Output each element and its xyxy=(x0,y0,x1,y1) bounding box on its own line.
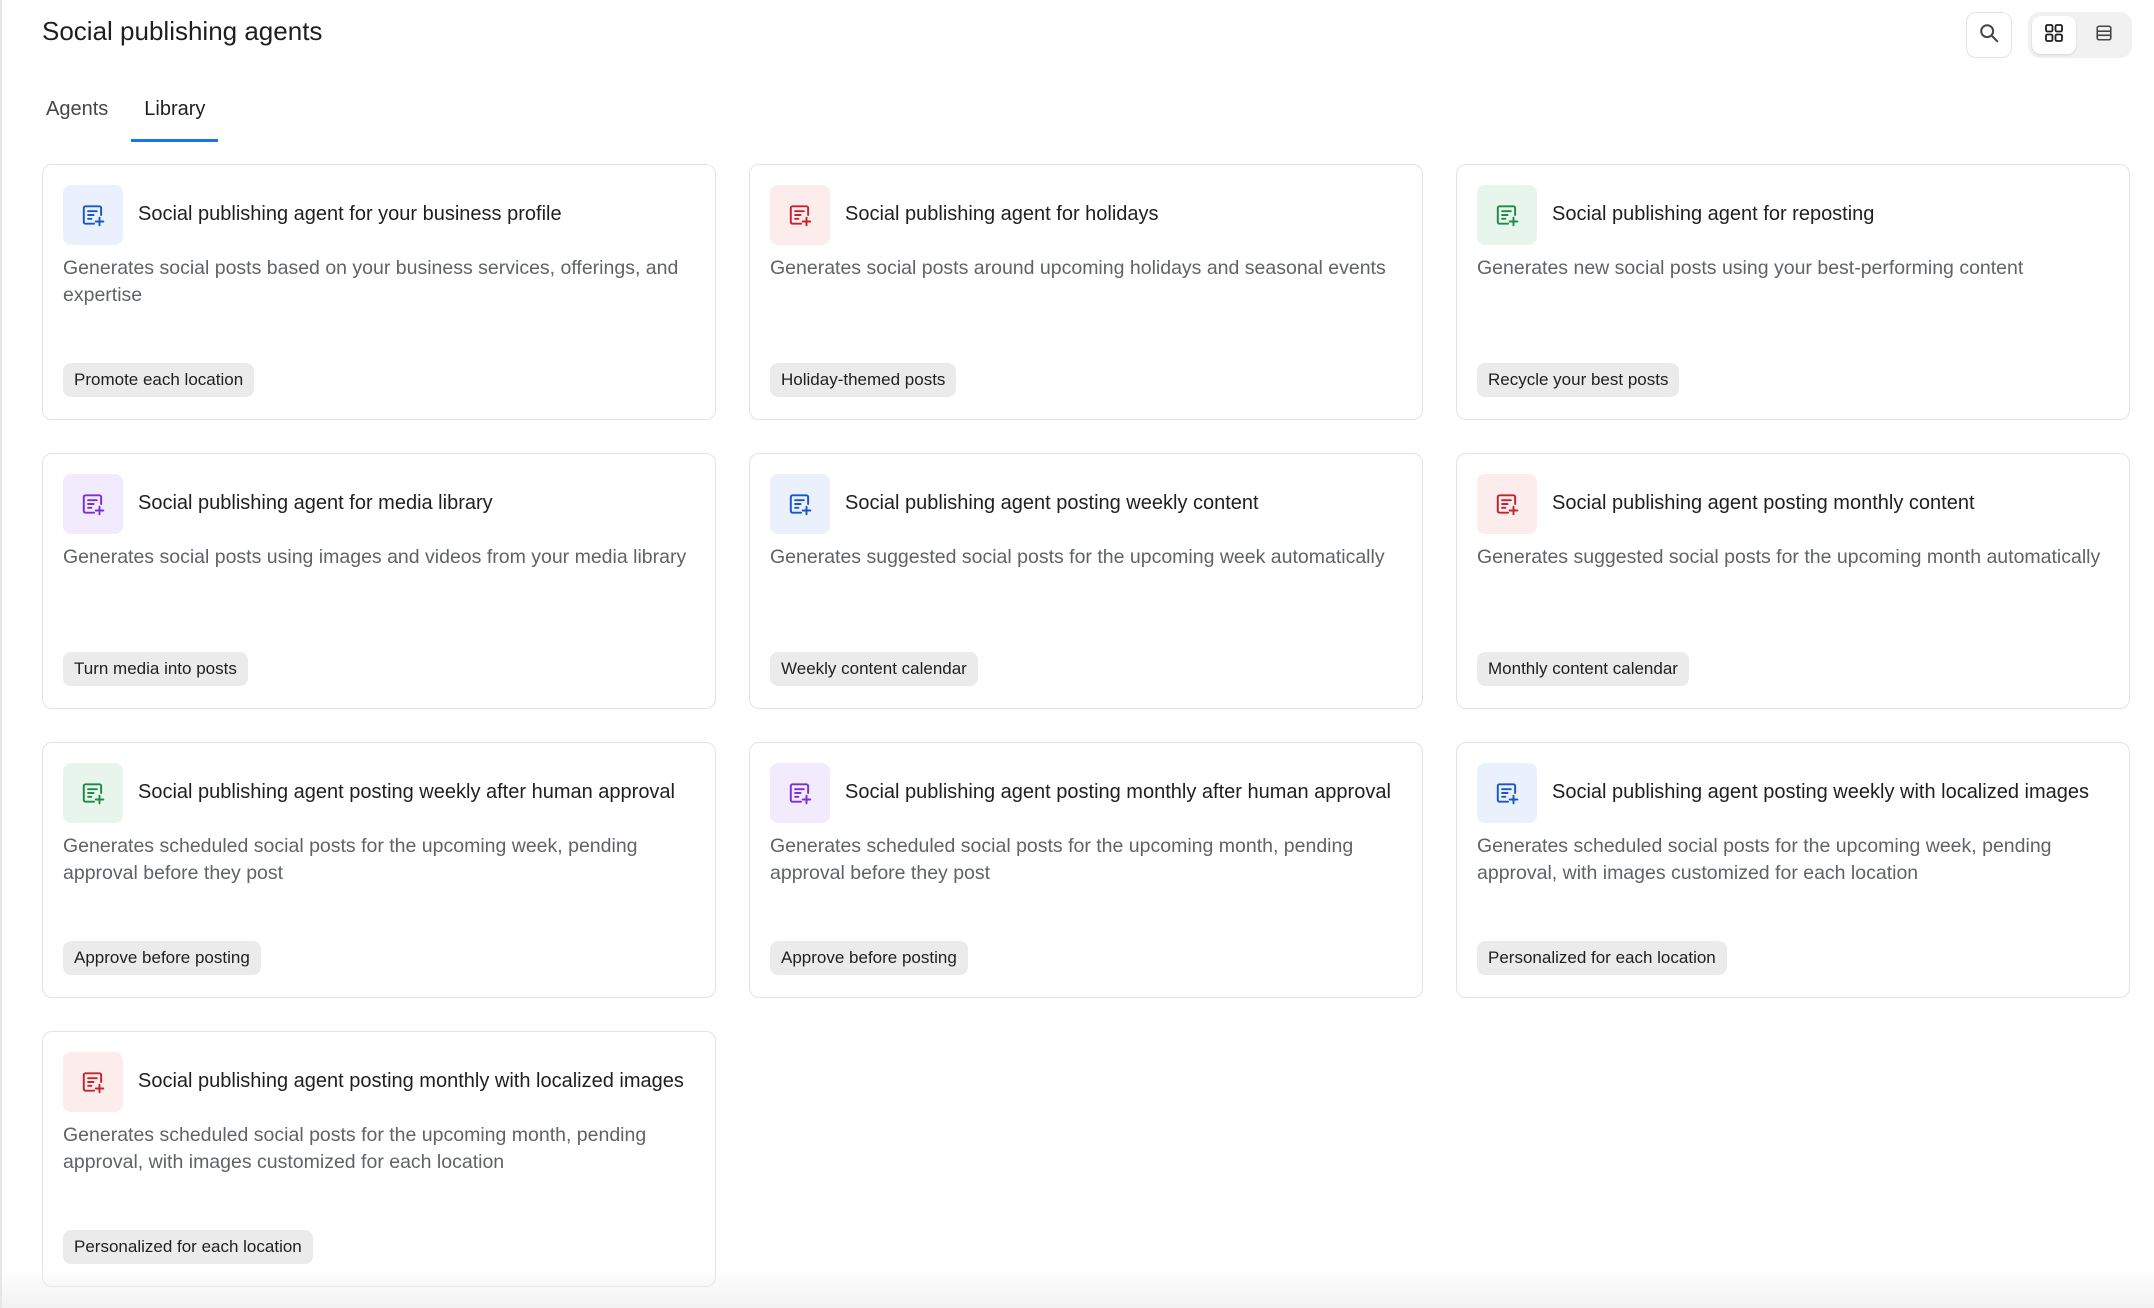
post-sparkle-icon xyxy=(770,474,830,534)
card-title: Social publishing agent posting monthly … xyxy=(138,1070,684,1092)
search-icon xyxy=(1978,22,2000,49)
card-title: Social publishing agent posting weekly c… xyxy=(845,492,1259,514)
page-title: Social publishing agents xyxy=(42,16,323,46)
card-description: Generates scheduled social posts for the… xyxy=(63,835,638,884)
card-description: Generates social posts based on your bus… xyxy=(63,257,679,306)
card-title: Social publishing agent posting monthly … xyxy=(845,781,1391,803)
header: Social publishing agents xyxy=(42,12,2132,62)
agent-card[interactable]: Social publishing agent posting weekly w… xyxy=(1456,742,2130,998)
card-tag: Recycle your best posts xyxy=(1477,363,1680,397)
post-sparkle-icon xyxy=(770,763,830,823)
card-description: Generates social posts around upcoming h… xyxy=(770,257,1386,279)
card-tag: Personalized for each location xyxy=(63,1230,313,1264)
view-mode-toggle xyxy=(2028,12,2132,58)
post-sparkle-icon xyxy=(1477,474,1537,534)
card-description: Generates social posts using images and … xyxy=(63,546,687,568)
card-tag: Holiday-themed posts xyxy=(770,363,957,397)
agent-card[interactable]: Social publishing agent posting monthly … xyxy=(1456,453,2130,709)
card-tag: Personalized for each location xyxy=(1477,941,1727,975)
card-title: Social publishing agent for reposting xyxy=(1552,203,1875,225)
card-description: Generates scheduled social posts for the… xyxy=(1477,835,2052,884)
card-title: Social publishing agent for holidays xyxy=(845,203,1159,225)
post-sparkle-icon xyxy=(63,1052,123,1112)
grid-view-button[interactable] xyxy=(2032,16,2076,54)
card-tag: Weekly content calendar xyxy=(770,652,978,686)
post-sparkle-icon xyxy=(1477,763,1537,823)
list-view-icon xyxy=(2095,24,2113,47)
tab-library[interactable]: Library xyxy=(131,94,219,142)
agent-card[interactable]: Social publishing agent posting monthly … xyxy=(749,742,1423,998)
post-sparkle-icon xyxy=(1477,185,1537,245)
card-title: Social publishing agent for media librar… xyxy=(138,492,493,514)
list-view-button[interactable] xyxy=(2082,16,2126,54)
card-description: Generates new social posts using your be… xyxy=(1477,257,2024,279)
card-description: Generates suggested social posts for the… xyxy=(1477,546,2101,568)
agent-card[interactable]: Social publishing agent for holidays Gene… xyxy=(749,164,1423,420)
card-title: Social publishing agent for your busines… xyxy=(138,203,562,225)
search-button[interactable] xyxy=(1966,12,2012,58)
card-tag: Turn media into posts xyxy=(63,652,248,686)
grid-view-icon xyxy=(2044,23,2064,48)
bottom-fade xyxy=(2,1268,2154,1308)
card-tag: Monthly content calendar xyxy=(1477,652,1689,686)
agent-card[interactable]: Social publishing agent for your busines… xyxy=(42,164,716,420)
agent-card[interactable]: Social publishing agent posting monthly … xyxy=(42,1031,716,1287)
tab-agents[interactable]: Agents xyxy=(42,94,112,142)
post-sparkle-icon xyxy=(770,185,830,245)
card-tag: Approve before posting xyxy=(63,941,261,975)
agent-card[interactable]: Social publishing agent for reposting Gen… xyxy=(1456,164,2130,420)
card-title: Social publishing agent posting monthly … xyxy=(1552,492,1975,514)
post-sparkle-icon xyxy=(63,763,123,823)
agent-card[interactable]: Social publishing agent for media librar… xyxy=(42,453,716,709)
card-title: Social publishing agent posting weekly w… xyxy=(1552,781,2089,803)
agent-card[interactable]: Social publishing agent posting weekly a… xyxy=(42,742,716,998)
page: Social publishing agents Agents Library … xyxy=(0,0,2154,1308)
card-description: Generates scheduled social posts for the… xyxy=(63,1124,647,1173)
card-description: Generates suggested social posts for the… xyxy=(770,546,1385,568)
card-tag: Approve before posting xyxy=(770,941,968,975)
card-description: Generates scheduled social posts for the… xyxy=(770,835,1354,884)
post-sparkle-icon xyxy=(63,185,123,245)
card-tag: Promote each location xyxy=(63,363,255,397)
card-title: Social publishing agent posting weekly a… xyxy=(138,781,676,803)
tab-bar: Agents Library xyxy=(42,94,237,142)
post-sparkle-icon xyxy=(63,474,123,534)
agent-card[interactable]: Social publishing agent posting weekly c… xyxy=(749,453,1423,709)
